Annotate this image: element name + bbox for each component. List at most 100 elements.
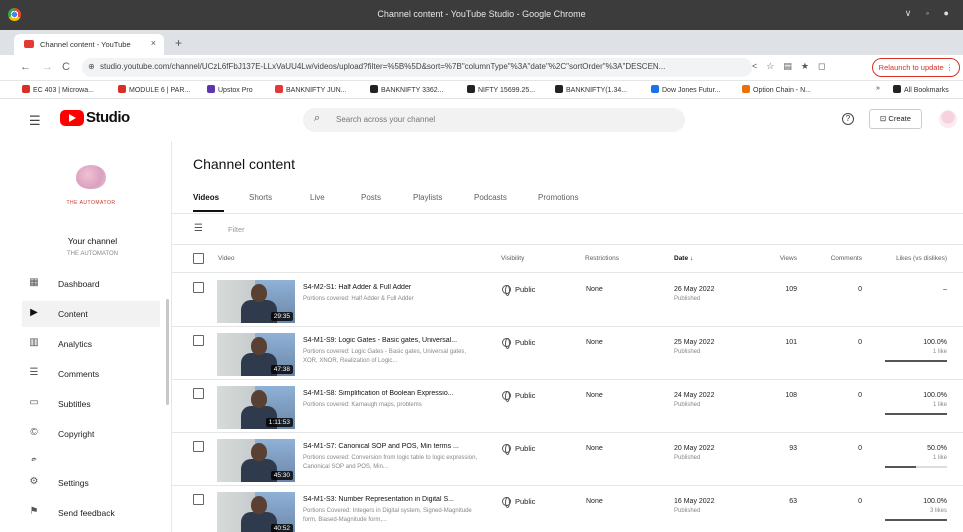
column-header: Video xyxy=(218,255,235,262)
bookmark-item[interactable]: BANKNIFTY 3362... xyxy=(370,85,444,94)
views-count: 109 xyxy=(785,286,797,293)
bookmarks-bar: EC 403 | Microwa... MODULE 6 | PAR... Upst… xyxy=(0,81,963,99)
tab-close-icon[interactable]: × xyxy=(151,38,156,48)
row-checkbox[interactable] xyxy=(193,282,204,293)
tab-playlists[interactable]: Playlists xyxy=(413,193,442,202)
video-title[interactable]: S4-M1-S9: Logic Gates - Basic gates, Uni… xyxy=(303,337,488,344)
video-thumbnail[interactable]: 47:38 xyxy=(217,333,295,376)
views-count: 101 xyxy=(785,339,797,346)
bookmark-item[interactable]: EC 403 | Microwa... xyxy=(22,85,94,94)
create-button[interactable]: ⊡ Create xyxy=(869,109,922,129)
omnibox[interactable]: ⊕ studio.youtube.com/channel/UCzL6fFbJ13… xyxy=(82,58,752,77)
bookmark-item[interactable]: MODULE 6 | PAR... xyxy=(118,85,190,94)
new-tab-button[interactable]: + xyxy=(175,36,182,50)
comments-icon: ☰ xyxy=(29,367,39,378)
bookmark-label: Upstox Pro xyxy=(218,87,253,94)
sidebar-item-content[interactable]: ▶ Content xyxy=(22,301,160,327)
channel-search[interactable]: ⌕ Search across your channel xyxy=(303,108,685,132)
video-title[interactable]: S4-M1-S7: Canonical SOP and POS, Min ter… xyxy=(303,443,488,450)
visibility-dropdown[interactable]: Public xyxy=(502,285,535,296)
comments-count: 0 xyxy=(858,286,862,293)
column-header: Visibility xyxy=(501,255,525,262)
reload-icon[interactable]: C xyxy=(62,61,70,73)
select-all-checkbox[interactable] xyxy=(193,253,204,264)
row-checkbox[interactable] xyxy=(193,494,204,505)
sidebar-item-dashboard[interactable]: ▦ Dashboard xyxy=(22,271,160,297)
table-row[interactable]: 40:52 S4-M1-S3: Number Representation in … xyxy=(172,486,963,532)
sidebar-item-earn[interactable]: $ Earn xyxy=(22,451,160,461)
tab-posts[interactable]: Posts xyxy=(361,193,381,202)
channel-logo[interactable]: THE AUTOMATOR xyxy=(56,163,126,213)
sidebar-item-send-feedback[interactable]: ⚑ Send feedback xyxy=(22,500,160,526)
bookmark-item[interactable]: » xyxy=(876,85,880,92)
tab-podcasts[interactable]: Podcasts xyxy=(474,193,507,202)
video-thumbnail[interactable]: 29:35 xyxy=(217,280,295,323)
globe-icon xyxy=(502,391,511,402)
globe-icon xyxy=(502,497,511,508)
bookmark-item[interactable]: All Bookmarks xyxy=(893,85,949,94)
url-text[interactable]: studio.youtube.com/channel/UCzL6fFbJ137E… xyxy=(100,62,745,71)
bookmark-item[interactable]: Option Chain - N... xyxy=(742,85,811,94)
forward-icon[interactable]: → xyxy=(42,61,53,73)
relaunch-button[interactable]: Relaunch to update ⋮ xyxy=(872,58,960,77)
video-thumbnail[interactable]: 45:30 xyxy=(217,439,295,482)
sidebar-item-comments[interactable]: ☰ Comments xyxy=(22,361,160,387)
toolbar-icons[interactable]: <☆▤★◻ xyxy=(752,61,834,72)
tab-shorts[interactable]: Shorts xyxy=(249,193,272,202)
video-thumbnail[interactable]: 40:52 xyxy=(217,492,295,532)
table-row[interactable]: 1:11:53 S4-M1-S8: Simplification of Boole… xyxy=(172,380,963,433)
sidebar-item-settings[interactable]: ⚙ Settings xyxy=(22,470,160,496)
video-thumbnail[interactable]: 1:11:53 xyxy=(217,386,295,429)
row-checkbox[interactable] xyxy=(193,335,204,346)
visibility-dropdown[interactable]: Public xyxy=(502,391,535,402)
video-title[interactable]: S4-M2-S1: Half Adder & Full Adder xyxy=(303,284,488,291)
table-row[interactable]: 47:38 S4-M1-S9: Logic Gates - Basic gates… xyxy=(172,327,963,380)
bookmark-item[interactable]: Upstox Pro xyxy=(207,85,253,94)
video-date: 25 May 2022 xyxy=(674,339,715,346)
help-icon[interactable]: ? xyxy=(842,113,854,125)
row-checkbox[interactable] xyxy=(193,441,204,452)
row-checkbox[interactable] xyxy=(193,388,204,399)
channel-brand: THE AUTOMATOR xyxy=(66,200,116,206)
video-duration: 1:11:53 xyxy=(265,418,293,427)
sidebar-item-label: Content xyxy=(58,309,88,319)
filter-bar[interactable]: ☰ Filter xyxy=(172,214,963,245)
account-avatar[interactable] xyxy=(939,110,957,128)
tab-videos[interactable]: Videos xyxy=(193,193,219,202)
video-title[interactable]: S4-M1-S8: Simplification of Boolean Expr… xyxy=(303,390,488,397)
bookmark-favicon-icon xyxy=(118,85,126,93)
sidebar-item-subtitles[interactable]: ▭ Subtitles xyxy=(22,391,160,417)
publish-status: Published xyxy=(674,296,701,302)
site-info-icon[interactable]: ⊕ xyxy=(88,62,95,71)
bookmark-item[interactable]: BANKNIFTY(1.34... xyxy=(555,85,627,94)
visibility-dropdown[interactable]: Public xyxy=(502,497,535,508)
bookmark-item[interactable]: Dow Jones Futur... xyxy=(651,85,720,94)
sidebar-item-analytics[interactable]: ▥ Analytics xyxy=(22,331,160,357)
bookmark-label: Dow Jones Futur... xyxy=(662,87,721,94)
bookmark-favicon-icon xyxy=(742,85,750,93)
column-header[interactable]: Date ↓ xyxy=(674,255,693,262)
visibility-dropdown[interactable]: Public xyxy=(502,338,535,349)
window-controls[interactable]: ∨ ◦ ● xyxy=(905,8,955,19)
tab-promotions[interactable]: Promotions xyxy=(538,193,578,202)
video-title[interactable]: S4-M1-S3: Number Representation in Digit… xyxy=(303,496,488,503)
browser-tab[interactable]: Channel content - YouTube × xyxy=(14,34,164,55)
search-input[interactable]: Search across your channel xyxy=(336,115,435,124)
table-row[interactable]: 45:30 S4-M1-S7: Canonical SOP and POS, Mi… xyxy=(172,433,963,486)
filter-icon[interactable]: ☰ xyxy=(194,223,203,234)
bookmark-item[interactable]: BANKNIFTY JUN... xyxy=(275,85,347,94)
sidebar-item-copyright[interactable]: © Copyright xyxy=(22,421,160,447)
sidebar-scrollbar[interactable] xyxy=(166,299,169,405)
back-icon[interactable]: ← xyxy=(20,61,31,73)
bookmark-item[interactable]: NIFTY 15699.25... xyxy=(467,85,535,94)
comments-count: 0 xyxy=(858,339,862,346)
publish-status: Published xyxy=(674,455,701,461)
table-row[interactable]: 29:35 S4-M2-S1: Half Adder & Full Adder Po… xyxy=(172,274,963,327)
filter-input[interactable]: Filter xyxy=(228,225,245,234)
copyright-icon: © xyxy=(30,427,38,438)
studio-logo[interactable]: Studio xyxy=(60,109,130,129)
menu-icon[interactable]: ☰ xyxy=(29,113,41,129)
likes-bar xyxy=(885,413,947,415)
visibility-dropdown[interactable]: Public xyxy=(502,444,535,455)
tab-live[interactable]: Live xyxy=(310,193,325,202)
